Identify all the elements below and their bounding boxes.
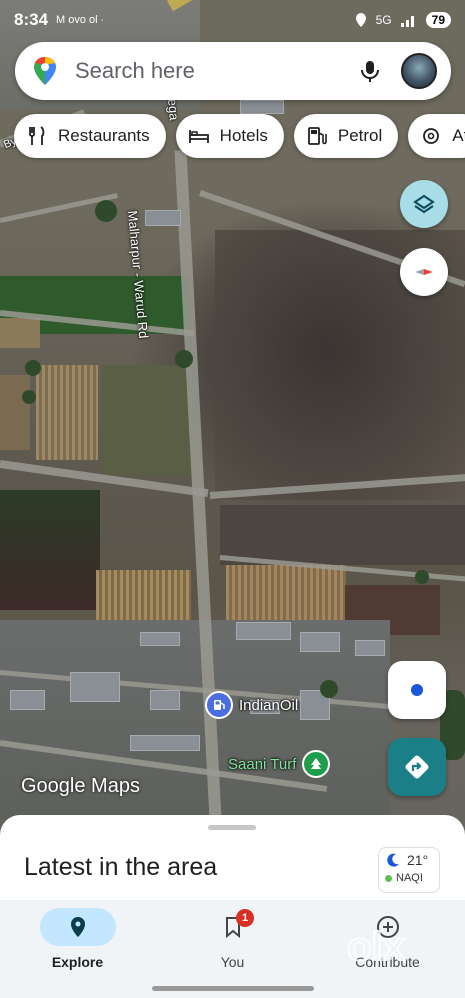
location-icon	[355, 13, 366, 27]
directions-icon	[405, 755, 429, 779]
aqi-label: NAQI	[396, 872, 423, 884]
status-time: 8:34	[14, 10, 49, 29]
poi-label: Saani Turf	[228, 755, 297, 773]
account-avatar[interactable]	[401, 53, 437, 89]
poi-indianoil[interactable]: IndianOil	[205, 691, 298, 719]
tree	[320, 680, 338, 698]
category-chips: Restaurants Hotels Petrol At	[14, 114, 465, 158]
building	[70, 672, 120, 702]
status-bar: 8:34 M ovo ol ∙ 5G 79	[0, 0, 465, 40]
nav-explore[interactable]: Explore	[0, 900, 155, 998]
temperature: 21°	[407, 852, 429, 868]
you-pill	[195, 908, 271, 946]
building	[240, 100, 284, 114]
fuel-pump-icon	[205, 691, 233, 719]
explore-pill	[39, 908, 116, 946]
building	[145, 210, 181, 226]
gesture-bar[interactable]	[152, 986, 314, 991]
microphone-icon[interactable]	[357, 58, 383, 84]
field	[220, 505, 465, 565]
google-maps-attribution: Google Maps	[21, 775, 140, 797]
weather-widget[interactable]: 21° NAQI	[378, 847, 440, 893]
watermark-text: olx	[347, 925, 405, 969]
fuel-pump-icon	[307, 127, 327, 145]
compass-button[interactable]	[400, 248, 448, 296]
bottom-sheet[interactable]: Latest in the area 21° NAQI	[0, 815, 465, 900]
field	[102, 365, 192, 475]
directions-button[interactable]	[388, 738, 446, 796]
chip-restaurants[interactable]: Restaurants	[14, 114, 166, 158]
building	[150, 690, 180, 710]
poi-label: IndianOil	[239, 696, 299, 714]
striped-field	[36, 365, 98, 460]
chip-hotels[interactable]: Hotels	[175, 114, 284, 158]
olx-watermark: olx	[346, 924, 406, 970]
chip-label: Restaurants	[58, 126, 150, 145]
search-input[interactable]: Search here	[75, 58, 357, 84]
fork-knife-icon	[29, 126, 45, 145]
tree	[25, 360, 41, 376]
building	[140, 632, 180, 646]
chip-petrol[interactable]: Petrol	[293, 114, 399, 158]
chip-attractions[interactable]: At	[408, 114, 465, 158]
nav-label: Explore	[51, 954, 104, 970]
sheet-title: Latest in the area	[24, 853, 218, 881]
temperature-row: 21°	[385, 852, 433, 868]
nav-label: You	[220, 954, 245, 970]
moon-icon	[387, 853, 399, 867]
explore-pin-icon	[70, 917, 85, 937]
chip-label: At	[452, 126, 465, 145]
my-location-icon	[411, 684, 423, 696]
building	[300, 632, 340, 652]
tree-icon	[302, 750, 331, 778]
tree	[95, 200, 117, 222]
aqi-row: NAQI	[385, 872, 433, 884]
bed-icon	[188, 130, 209, 143]
tree	[415, 570, 429, 584]
building	[130, 735, 200, 751]
sheet-drag-handle[interactable]	[208, 825, 256, 830]
my-location-button[interactable]	[388, 661, 446, 719]
chip-label: Hotels	[219, 126, 268, 145]
tree	[175, 350, 193, 368]
attraction-icon	[423, 128, 440, 144]
striped-field	[226, 565, 346, 627]
battery-level: 79	[425, 12, 451, 28]
tree	[22, 390, 36, 404]
google-maps-pin-icon	[34, 57, 56, 85]
building	[10, 690, 45, 710]
compass-icon	[415, 269, 433, 275]
chip-label: Petrol	[337, 126, 383, 145]
status-right: 5G 79	[354, 12, 451, 28]
network-type: 5G	[375, 13, 392, 27]
building	[236, 622, 291, 640]
nav-you[interactable]: You	[155, 900, 310, 998]
aqi-status-dot	[385, 874, 392, 882]
search-bar[interactable]: Search here	[15, 42, 451, 100]
layers-button[interactable]	[400, 180, 448, 228]
field	[0, 318, 40, 348]
signal-icon	[400, 16, 414, 27]
field	[0, 375, 30, 450]
building	[355, 640, 385, 656]
poi-saani-turf[interactable]: Saani Turf	[228, 750, 331, 778]
notification-icons: M ovo ol ∙	[56, 14, 104, 26]
notification-badge: 1	[236, 909, 254, 927]
dark-field	[0, 490, 100, 610]
layers-icon	[413, 194, 435, 214]
